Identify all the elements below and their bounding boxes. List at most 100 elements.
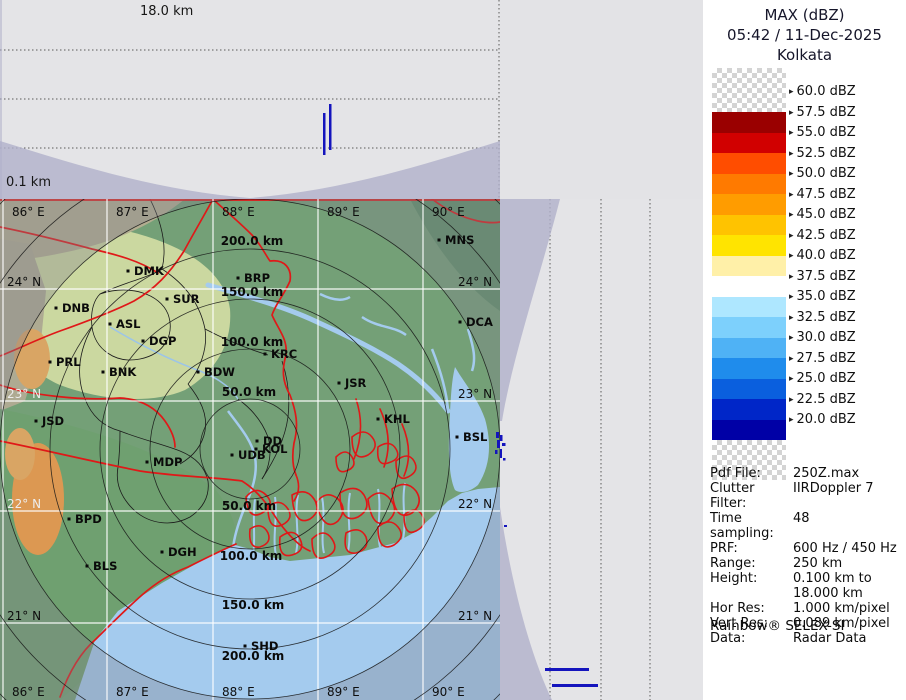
city-dot-BRP xyxy=(237,277,240,280)
cross-section-side-strip xyxy=(500,199,703,700)
legend-tick-arrow-icon: ▸ xyxy=(789,354,794,364)
city-label-JSR: JSR xyxy=(344,376,367,390)
legend-swatch xyxy=(712,68,786,112)
city-label-MNS: MNS xyxy=(445,233,474,247)
metadata-row: Hor Res:1.000 km/pixel xyxy=(710,601,902,616)
range-ring-label: 100.0 km xyxy=(220,549,283,563)
lat-label-left: 24° N xyxy=(7,275,41,289)
legend-swatch xyxy=(712,317,786,338)
metadata-label: Time sampling: xyxy=(710,511,793,541)
legend-value-label: ▸57.5 dBZ xyxy=(789,106,856,120)
radar-echo-top-strip xyxy=(323,104,332,155)
legend-value-label: ▸22.5 dBZ xyxy=(789,393,856,407)
city-label-JSD: JSD xyxy=(41,414,64,428)
city-label-DNB: DNB xyxy=(62,301,90,315)
city-label-DGP: DGP xyxy=(149,334,176,348)
legend-info-panel: MAX (dBZ) 05:42 / 11-Dec-2025 Kolkata ▸6… xyxy=(703,0,906,700)
metadata-row: Range:250 km xyxy=(710,556,902,571)
city-dot-SHD xyxy=(244,645,247,648)
city-label-ASL: ASL xyxy=(116,317,141,331)
legend-tick-arrow-icon: ▸ xyxy=(789,190,794,200)
city-label-UDB: UDB xyxy=(238,448,266,462)
lon-label-top: 88° E xyxy=(222,205,255,219)
metadata-value: 1.000 km/pixel xyxy=(793,601,890,616)
city-label-BRP: BRP xyxy=(244,271,270,285)
legend-value-label: ▸52.5 dBZ xyxy=(789,147,856,161)
legend-tick-arrow-icon: ▸ xyxy=(789,231,794,241)
lat-label-left: 23° N xyxy=(7,387,41,401)
legend-value-label: ▸60.0 dBZ xyxy=(789,85,856,99)
metadata-value: IIRDoppler 7 xyxy=(793,481,874,511)
lon-label-bottom: 89° E xyxy=(327,685,360,699)
legend-swatch xyxy=(712,379,786,400)
metadata-label: Pdf File: xyxy=(710,466,793,481)
legend-swatch xyxy=(712,153,786,174)
legend-swatch xyxy=(712,235,786,256)
legend-swatch xyxy=(712,133,786,154)
lat-label-left: 22° N xyxy=(7,497,41,511)
software-brand: Rainbow® SELEX-SI xyxy=(710,618,844,634)
lon-label-top: 87° E xyxy=(116,205,149,219)
legend-tick-arrow-icon: ▸ xyxy=(789,149,794,159)
legend-swatch xyxy=(712,399,786,420)
lon-label-bottom: 86° E xyxy=(12,685,45,699)
city-dot-PRL xyxy=(49,361,52,364)
range-ring-label: 50.0 km xyxy=(222,385,276,399)
metadata-label: Hor Res: xyxy=(710,601,793,616)
legend-swatch xyxy=(712,276,786,297)
city-label-DCA: DCA xyxy=(466,315,493,329)
city-dot-DMK xyxy=(127,270,130,273)
cross-section-top-strip xyxy=(0,0,500,199)
metadata-row: Pdf File:250Z.max xyxy=(710,466,902,481)
city-dot-DCA xyxy=(459,321,462,324)
lat-label-right: 23° N xyxy=(458,387,492,401)
city-dot-BPD xyxy=(68,518,71,521)
city-dot-DGP xyxy=(142,340,145,343)
legend-tick-arrow-icon: ▸ xyxy=(789,251,794,261)
city-label-BSL: BSL xyxy=(463,430,488,444)
city-label-DGH: DGH xyxy=(168,545,197,559)
legend-tick-arrow-icon: ▸ xyxy=(789,128,794,138)
city-dot-JSR xyxy=(338,382,341,385)
range-ring-label: 150.0 km xyxy=(222,598,285,612)
city-dot-DNB xyxy=(55,307,58,310)
lon-label-bottom: 88° E xyxy=(222,685,255,699)
range-ring-label: 50.0 km xyxy=(222,499,276,513)
metadata-value: 250Z.max xyxy=(793,466,859,481)
legend-tick-arrow-icon: ▸ xyxy=(789,333,794,343)
lat-label-left: 21° N xyxy=(7,609,41,623)
city-label-BLS: BLS xyxy=(93,559,117,573)
city-dot-MNS xyxy=(438,239,441,242)
radar-display-window: 18.0 km 0.1 km xyxy=(0,0,906,700)
city-label-MDP: MDP xyxy=(153,455,182,469)
metadata-label: Range: xyxy=(710,556,793,571)
metadata-label: Clutter Filter: xyxy=(710,481,793,511)
no-coverage-edge xyxy=(0,0,2,199)
cross-section-side-canvas xyxy=(500,199,703,700)
city-label-KHL: KHL xyxy=(384,412,411,426)
metadata-row: PRF:600 Hz / 450 Hz xyxy=(710,541,902,556)
metadata-value: 0.100 km to 18.000 km xyxy=(793,571,872,601)
legend-value-label: ▸50.0 dBZ xyxy=(789,167,856,181)
legend-value-label: ▸55.0 dBZ xyxy=(789,126,856,140)
lon-label-bottom: 87° E xyxy=(116,685,149,699)
metadata-value: 48 xyxy=(793,511,810,541)
metadata-row: Time sampling:48 xyxy=(710,511,902,541)
metadata-value: 250 km xyxy=(793,556,842,571)
city-dot-BNK xyxy=(102,371,105,374)
legend-tick-arrow-icon: ▸ xyxy=(789,313,794,323)
city-dot-UDB xyxy=(231,454,234,457)
legend-tick-arrow-icon: ▸ xyxy=(789,415,794,425)
metadata-row: Height:0.100 km to 18.000 km xyxy=(710,571,902,601)
dbz-color-legend: ▸60.0 dBZ ▸57.5 dBZ ▸55.0 dBZ ▸52.5 dBZ ▸50.… xyxy=(703,0,906,470)
legend-swatch xyxy=(712,358,786,379)
legend-tick-arrow-icon: ▸ xyxy=(789,272,794,282)
cross-section-top-canvas xyxy=(0,0,500,199)
metadata-label: PRF: xyxy=(710,541,793,556)
legend-value-label: ▸30.0 dBZ xyxy=(789,331,856,345)
legend-value-label: ▸45.0 dBZ xyxy=(789,208,856,222)
city-label-KOL: KOL xyxy=(262,442,288,456)
metadata-label: Height: xyxy=(710,571,793,601)
radar-map: 86° E86° E87° E87° E88° E88° E89° E89° E… xyxy=(0,199,500,700)
lat-label-right: 21° N xyxy=(458,609,492,623)
